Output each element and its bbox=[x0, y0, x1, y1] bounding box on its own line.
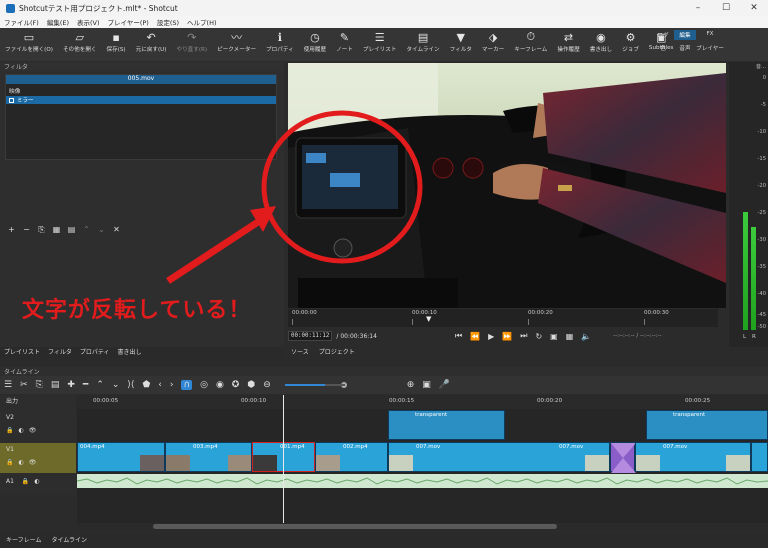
timeline-clip[interactable]: 002.mp4 bbox=[315, 442, 388, 472]
ruler-tick: 00:00:25 bbox=[685, 398, 711, 404]
timeline-playhead[interactable] bbox=[283, 395, 284, 525]
cut-icon[interactable]: ✂ bbox=[20, 380, 28, 390]
track-name: V1 bbox=[6, 446, 14, 453]
ruler-tick: 00:00:20 bbox=[537, 398, 563, 404]
ruler-tick: 00:00:15 bbox=[389, 398, 415, 404]
track-header-v1[interactable]: V1 🔒 ◐ 👁 bbox=[0, 443, 76, 473]
lock-icon[interactable]: 🔒 bbox=[22, 478, 29, 485]
marker-icon[interactable]: ⬟ bbox=[142, 380, 150, 390]
zoom-out-icon[interactable]: ⊖ bbox=[263, 380, 271, 390]
transition-clip[interactable] bbox=[610, 442, 636, 473]
timeline-clip[interactable]: transparent bbox=[388, 410, 505, 440]
clip-name: 007.mov bbox=[663, 444, 688, 450]
timeline-clip[interactable]: transparent bbox=[646, 410, 768, 440]
append-icon[interactable]: ✚ bbox=[67, 380, 75, 390]
zoom-fit-icon[interactable]: ▣ bbox=[422, 380, 431, 390]
clip-thumbnail bbox=[726, 455, 750, 471]
ripple-icon[interactable]: ◉ bbox=[216, 380, 224, 390]
track-lane-a1[interactable] bbox=[77, 474, 768, 488]
timeline-toolbar: ☰ ✂ ⎘ ▤ ✚ ━ ⌃ ⌄ ⟩⟨ ⬟ ‹ › ∩ ◎ ◉ ✪ ⬢ ⊖ ⊕ ▣… bbox=[0, 376, 768, 394]
ripple-delete-icon[interactable]: ━ bbox=[83, 380, 88, 390]
track-name: V2 bbox=[6, 414, 14, 421]
timeline-clip[interactable]: 004.mp4 bbox=[77, 442, 165, 472]
next-marker-icon[interactable]: › bbox=[170, 380, 174, 390]
clip-name: 003.mp4 bbox=[193, 444, 218, 450]
lock-icon[interactable]: 🔒 bbox=[6, 427, 13, 434]
paste-icon[interactable]: ▤ bbox=[51, 380, 60, 390]
overwrite-icon[interactable]: ⌄ bbox=[112, 380, 120, 390]
clip-name: 007.mov bbox=[559, 444, 584, 450]
timeline-ruler[interactable]: 00:00:05 00:00:10 00:00:15 00:00:20 00:0… bbox=[77, 395, 768, 409]
clip-thumbnail bbox=[228, 455, 251, 471]
clip-thumbnail bbox=[585, 455, 609, 471]
output-track-label: 出力 bbox=[6, 398, 19, 405]
mute-icon[interactable]: ◐ bbox=[34, 478, 39, 485]
clip-name: 007.mov bbox=[416, 444, 441, 450]
timeline-panel-title: タイムライン bbox=[0, 367, 768, 376]
scrub-icon[interactable]: ◎ bbox=[200, 380, 208, 390]
lift-icon[interactable]: ⌃ bbox=[96, 380, 104, 390]
clip-name: 004.mp4 bbox=[80, 444, 105, 450]
transition-icon bbox=[611, 443, 636, 473]
ripple-markers-icon[interactable]: ⬢ bbox=[247, 380, 255, 390]
timeline-clip[interactable] bbox=[751, 442, 768, 472]
ripple-all-icon[interactable]: ✪ bbox=[232, 380, 240, 390]
tab-timeline[interactable]: タイムライン bbox=[51, 534, 87, 548]
scrollbar-thumb[interactable] bbox=[153, 524, 557, 529]
snap-icon[interactable]: ∩ bbox=[181, 380, 193, 390]
zoom-in-icon[interactable]: ⊕ bbox=[407, 380, 415, 390]
timeline-clip[interactable]: 007.mov 007.mov bbox=[388, 442, 610, 472]
track-headers: 出力 V2 🔒 ◐ 👁 V1 🔒 ◐ 👁 A1 🔒 ◐ bbox=[0, 395, 76, 495]
clip-name: transparent bbox=[415, 412, 448, 418]
bottom-tabs: キーフレーム タイムライン bbox=[0, 534, 768, 548]
annotation-text: 文字が反転している！ bbox=[22, 298, 252, 323]
ruler-tick: 00:00:05 bbox=[93, 398, 119, 404]
clip-name: transparent bbox=[673, 412, 706, 418]
clip-thumbnail bbox=[140, 455, 164, 471]
timeline-tracks-area[interactable]: 00:00:05 00:00:10 00:00:15 00:00:20 00:0… bbox=[77, 395, 768, 525]
visibility-icon[interactable]: 👁 bbox=[29, 427, 37, 434]
clip-thumbnail bbox=[166, 455, 190, 471]
visibility-icon[interactable]: 👁 bbox=[29, 459, 37, 466]
zoom-slider[interactable] bbox=[284, 384, 345, 386]
record-audio-icon[interactable]: 🎤 bbox=[439, 380, 450, 390]
audio-waveform bbox=[77, 477, 768, 485]
lock-icon[interactable]: 🔒 bbox=[6, 459, 13, 466]
timeline-clip[interactable]: 007.mov bbox=[635, 442, 751, 472]
track-header-a1[interactable]: A1 🔒 ◐ bbox=[0, 475, 76, 489]
clip-thumbnail bbox=[389, 455, 413, 471]
track-name: A1 bbox=[6, 478, 14, 485]
track-header-v2[interactable]: V2 🔒 ◐ 👁 bbox=[0, 411, 76, 441]
clip-thumbnail bbox=[316, 455, 340, 471]
clip-thumbnail bbox=[253, 455, 277, 471]
split-icon[interactable]: ⟩⟨ bbox=[127, 380, 134, 390]
prev-marker-icon[interactable]: ‹ bbox=[158, 380, 162, 390]
track-lane-v2: transparent transparent bbox=[77, 410, 768, 442]
mute-icon[interactable]: ◐ bbox=[18, 459, 23, 466]
copy-icon[interactable]: ⎘ bbox=[36, 380, 43, 390]
mute-icon[interactable]: ◐ bbox=[18, 427, 23, 434]
tab-keyframes[interactable]: キーフレーム bbox=[6, 534, 41, 548]
ruler-tick: 00:00:10 bbox=[241, 398, 267, 404]
clip-thumbnail bbox=[636, 455, 660, 471]
track-lane-v1: 004.mp4 003.mp4 001.mp4 002.mp4 007.mov … bbox=[77, 442, 768, 474]
timeline-clip[interactable]: 003.mp4 bbox=[165, 442, 252, 472]
clip-name: 002.mp4 bbox=[343, 444, 368, 450]
timeline-horizontal-scrollbar[interactable] bbox=[77, 523, 768, 530]
timeline-menu-icon[interactable]: ☰ bbox=[4, 380, 12, 390]
